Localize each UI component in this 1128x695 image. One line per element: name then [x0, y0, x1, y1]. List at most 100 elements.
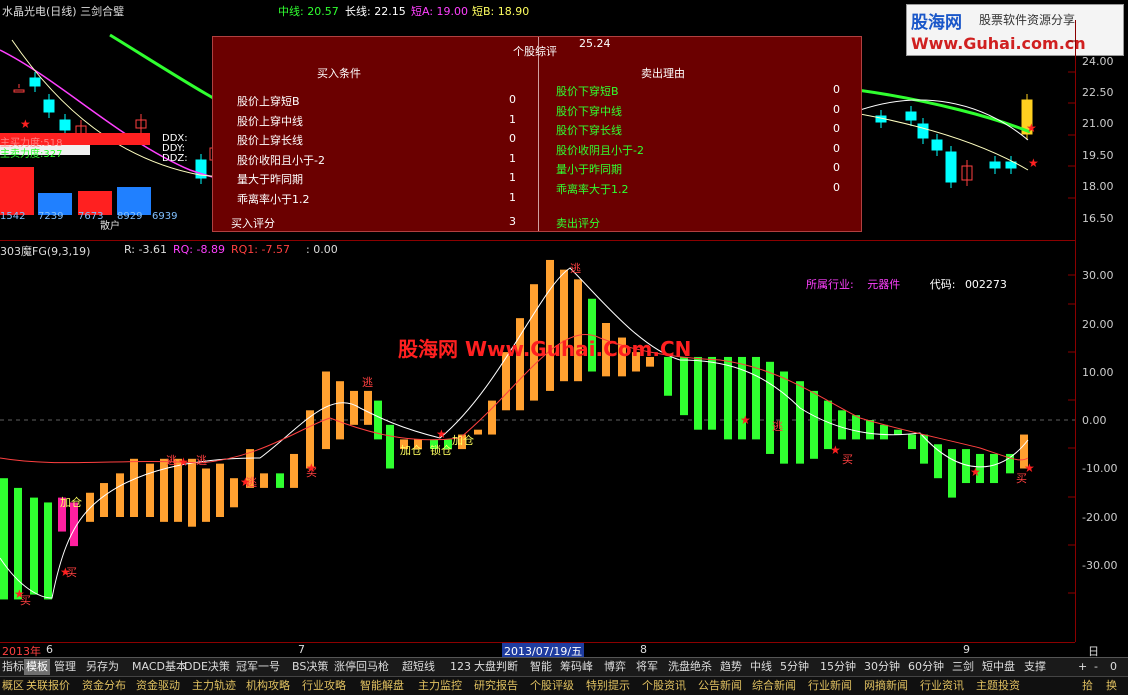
- page-button[interactable]: 换: [1104, 678, 1119, 694]
- template-tab[interactable]: 支撑: [1022, 659, 1048, 675]
- signal-label: 逃: [196, 454, 207, 467]
- info-tab[interactable]: 关联报价: [24, 678, 72, 694]
- buy-condition-value: 0: [509, 132, 516, 145]
- signal-star: ★: [970, 465, 981, 479]
- price-axis-tick: 16.50: [1082, 212, 1114, 225]
- indicator-bar: [680, 356, 688, 416]
- indicator-bar: [336, 381, 344, 440]
- buy-condition-value: 1: [509, 112, 516, 126]
- indicator-bar: [260, 473, 268, 488]
- long-line-value: 长线: 22.15: [345, 5, 406, 18]
- pane-separator: [0, 240, 1075, 241]
- template-tab[interactable]: 30分钟: [862, 659, 902, 675]
- short-b-value: 短B: 18.90: [472, 5, 530, 18]
- candle-body: [43, 99, 55, 113]
- indicator-bar: [386, 424, 394, 469]
- info-tab[interactable]: 行业新闻: [806, 678, 854, 694]
- template-tab[interactable]: 另存为: [84, 659, 121, 675]
- zoom-button[interactable]: 0: [1108, 659, 1119, 675]
- candle-body: [29, 77, 41, 87]
- indicator-bar: [948, 449, 956, 498]
- template-tab[interactable]: MACD基本: [130, 659, 189, 675]
- info-tab[interactable]: 资金分布: [80, 678, 128, 694]
- flow-bar-1: [0, 167, 34, 215]
- indicator-bar: [694, 356, 702, 430]
- sell-condition-label: 股价下穿长线: [556, 124, 622, 137]
- indicator-bar: [188, 458, 196, 527]
- sell-score-label: 卖出评分: [556, 217, 600, 230]
- flow-val-5: 6939: [152, 211, 178, 222]
- template-tab[interactable]: 三剑: [950, 659, 976, 675]
- info-tab[interactable]: 综合新闻: [750, 678, 798, 694]
- info-tab[interactable]: 行业攻略: [300, 678, 348, 694]
- indicator-bar: [0, 478, 8, 600]
- template-tab[interactable]: 博弈: [602, 659, 628, 675]
- template-tab[interactable]: 超短线: [400, 659, 437, 675]
- sell-condition-label: 量小于昨同期: [556, 163, 622, 176]
- indicator-chart[interactable]: 买买加仓逃 逃逃买逃加仓 锁仓加仓逃逃买买★★★★★★★★★ ★: [0, 258, 1075, 642]
- indicator-bar: [934, 444, 942, 479]
- info-tab[interactable]: 机构攻略: [244, 678, 292, 694]
- template-tab[interactable]: 智能: [528, 659, 554, 675]
- template-tab[interactable]: BS决策: [290, 659, 330, 675]
- signal-star: ★: [240, 475, 251, 489]
- sell-power-label: 主卖力度:327: [0, 149, 63, 160]
- info-tab[interactable]: 个股资讯: [640, 678, 688, 694]
- signal-star: ★: [178, 455, 189, 469]
- indicator-bar: [30, 497, 38, 595]
- info-tab[interactable]: 行业资讯: [918, 678, 966, 694]
- template-tab[interactable]: 15分钟: [818, 659, 858, 675]
- template-tab[interactable]: 洗盘绝杀: [666, 659, 714, 675]
- info-tab[interactable]: 主题投资: [974, 678, 1022, 694]
- signal-star: ★: [1026, 121, 1037, 135]
- indicator-bar: [990, 453, 998, 484]
- page-button[interactable]: 拾: [1080, 678, 1095, 694]
- info-tab[interactable]: 特别提示: [584, 678, 632, 694]
- info-tab[interactable]: 资金驱动: [134, 678, 182, 694]
- indicator-bar: [908, 434, 916, 450]
- indicator-axis-tick: 10.00: [1082, 366, 1114, 379]
- info-tab[interactable]: 智能解盘: [358, 678, 406, 694]
- template-tab[interactable]: 趋势: [718, 659, 744, 675]
- indicator-bar: [100, 483, 108, 517]
- stock-evaluation-panel: 买入条件 个股综评 25.24 卖出理由 股价上穿短B 0 股价上穿中线 1 股价上穿长…: [212, 36, 862, 232]
- buy-condition-label: 量大于昨同期: [237, 173, 303, 186]
- info-tab[interactable]: 概区: [0, 678, 26, 694]
- right-axis: 24.00 22.50 21.00 19.50 18.00 16.50 30.00 20.00…: [1075, 20, 1128, 642]
- template-tab[interactable]: 中线: [748, 659, 774, 675]
- indicator-axis-tick: 30.00: [1082, 269, 1114, 282]
- date-month-8: 8: [640, 643, 647, 656]
- info-tab[interactable]: 主力监控: [416, 678, 464, 694]
- indicator-bar: [364, 390, 372, 425]
- template-tab[interactable]: DDE决策: [182, 659, 232, 675]
- panel-divider: [538, 37, 539, 231]
- zoom-button[interactable]: +: [1076, 659, 1089, 675]
- indicator-bar: [216, 463, 224, 517]
- template-tab[interactable]: 短中盘: [980, 659, 1017, 675]
- info-tab[interactable]: 网摘新闻: [862, 678, 910, 694]
- template-tab[interactable]: 筹码峰: [558, 659, 595, 675]
- indicator-axis-tick: -30.00: [1082, 559, 1118, 572]
- price-axis-tick: 19.50: [1082, 149, 1114, 162]
- template-tab[interactable]: 指标: [0, 659, 26, 675]
- template-tab[interactable]: 123: [448, 659, 473, 675]
- template-tab[interactable]: 5分钟: [778, 659, 811, 675]
- info-tab[interactable]: 研究报告: [472, 678, 520, 694]
- buy-condition-label: 股价收阳且小于-2: [237, 153, 325, 167]
- sell-reasons-title: 卖出理由: [641, 67, 685, 80]
- indicator-bar: [724, 356, 732, 440]
- template-tab[interactable]: 将军: [634, 659, 660, 675]
- template-tab[interactable]: 模板: [24, 659, 50, 675]
- info-tab[interactable]: 公告新闻: [696, 678, 744, 694]
- template-tab[interactable]: 大盘判断: [472, 659, 520, 675]
- template-tab[interactable]: 冠军一号: [234, 659, 282, 675]
- zoom-button[interactable]: -: [1092, 659, 1100, 675]
- signal-star: ★: [1028, 156, 1039, 170]
- template-tab[interactable]: 管理: [52, 659, 78, 675]
- info-tab[interactable]: 个股评级: [528, 678, 576, 694]
- template-tab[interactable]: 涨停回马枪: [332, 659, 391, 675]
- template-tab[interactable]: 60分钟: [906, 659, 946, 675]
- info-tab[interactable]: 主力轨迹: [190, 678, 238, 694]
- signal-star: ★: [436, 427, 447, 441]
- sell-condition-value: 0: [833, 102, 840, 116]
